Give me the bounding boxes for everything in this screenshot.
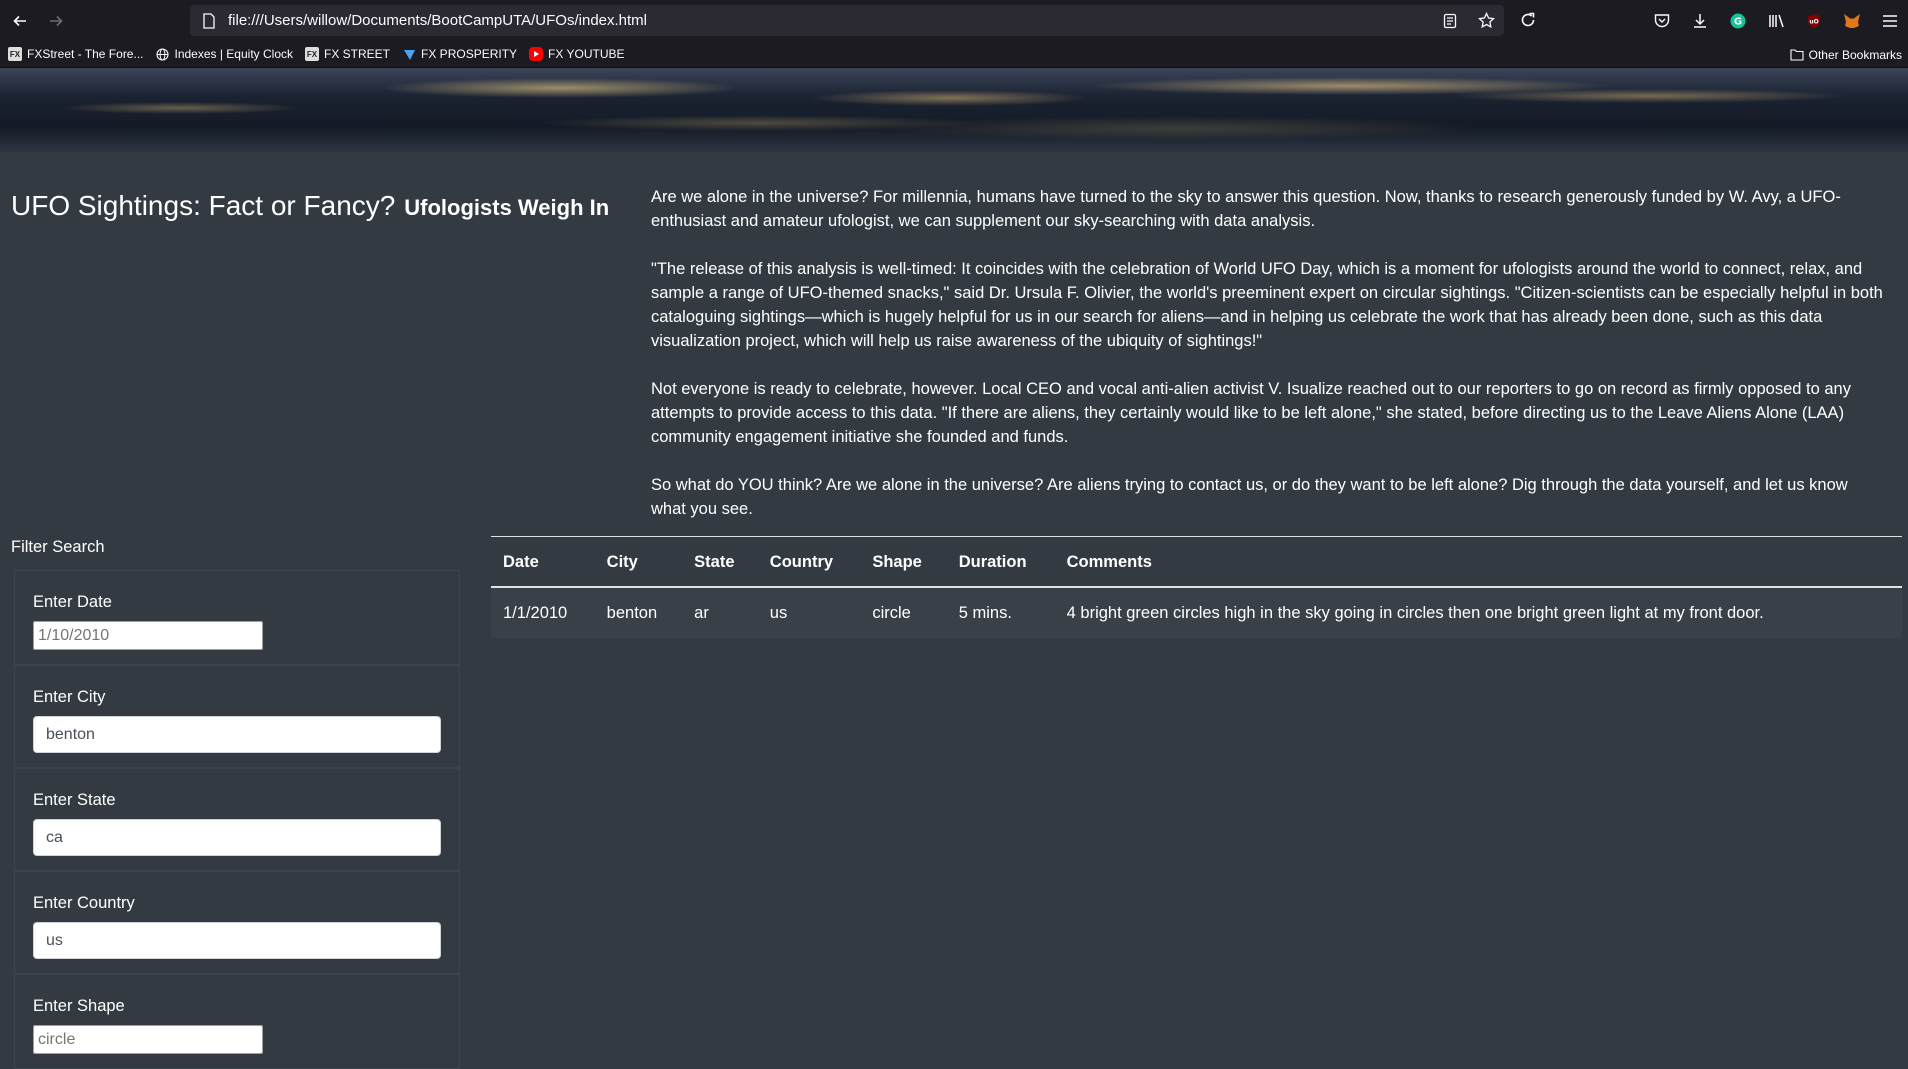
youtube-icon — [529, 47, 544, 61]
filter-panel: Enter Date Enter City Enter State Enter … — [14, 570, 460, 1069]
shape-label: Enter Shape — [33, 997, 125, 1015]
intro-paragraph: "The release of this analysis is well-ti… — [651, 260, 1883, 350]
bookmark-fx-street[interactable]: FX FX STREET — [305, 47, 390, 61]
bookmark-label: Indexes | Equity Clock — [174, 47, 293, 61]
extensions-area: G uO — [1652, 0, 1900, 41]
filter-item-shape: Enter Shape — [14, 974, 460, 1069]
bookmark-star-icon[interactable] — [1476, 11, 1496, 31]
reader-view-icon[interactable] — [1440, 11, 1460, 31]
metamask-fox-icon[interactable] — [1842, 11, 1862, 31]
prosperity-icon — [402, 47, 416, 61]
bookmarks-bar: FX FXStreet - The Fore... Indexes | Equi… — [0, 41, 1908, 68]
cell-duration: 5 mins. — [958, 604, 1012, 622]
back-arrow-icon — [13, 15, 26, 26]
header-comments: Comments — [1066, 553, 1152, 571]
browser-toolbar: file:///Users/willow/Documents/BootCampU… — [0, 0, 1908, 41]
reload-icon[interactable] — [1518, 10, 1538, 30]
cell-state: ar — [694, 604, 709, 622]
ufo-table-container: Date City State Country Shape Duration C… — [491, 536, 1902, 638]
page-subtitle: Ufologists Weigh In — [404, 195, 610, 220]
library-icon[interactable] — [1766, 11, 1786, 31]
globe-icon — [155, 47, 169, 61]
bookmark-fx-prosperity[interactable]: FX PROSPERITY — [402, 47, 517, 61]
intro-paragraph: Are we alone in the universe? For millen… — [651, 188, 1841, 230]
cell-comments: 4 bright green circles high in the sky g… — [1066, 604, 1764, 622]
filter-item-state: Enter State — [14, 768, 460, 871]
city-input[interactable] — [33, 716, 441, 753]
filter-search-heading: Filter Search — [11, 538, 105, 556]
url-bar[interactable]: file:///Users/willow/Documents/BootCampU… — [190, 5, 1504, 36]
intro-paragraph: Not everyone is ready to celebrate, howe… — [651, 380, 1851, 446]
header-date: Date — [503, 553, 539, 571]
forward-button[interactable] — [38, 0, 74, 41]
filter-item-city: Enter City — [14, 665, 460, 768]
intro-paragraph: So what do YOU think? Are we alone in th… — [651, 476, 1848, 518]
back-button[interactable] — [2, 0, 38, 41]
bookmark-label: FX STREET — [324, 47, 391, 61]
country-label: Enter Country — [33, 894, 135, 912]
bookmark-label: FX PROSPERITY — [421, 47, 518, 61]
ufo-table: Date City State Country Shape Duration C… — [491, 536, 1902, 638]
bookmark-equity-clock[interactable]: Indexes | Equity Clock — [155, 47, 293, 61]
state-input[interactable] — [33, 819, 441, 856]
pocket-icon[interactable] — [1652, 11, 1672, 31]
page-title-main: UFO Sightings: Fact or Fancy? — [11, 190, 396, 221]
table-row: 1/1/2010 benton ar us circle 5 mins. 4 b… — [491, 587, 1902, 638]
header-country: Country — [769, 553, 834, 571]
folder-icon — [1790, 48, 1804, 61]
grammarly-icon[interactable]: G — [1728, 11, 1748, 31]
ublock-icon[interactable]: uO — [1804, 11, 1824, 31]
cell-date: 1/1/2010 — [503, 604, 568, 622]
cell-country: us — [769, 604, 788, 622]
page-icon — [203, 12, 215, 29]
intro-text: Are we alone in the universe? For millen… — [651, 185, 1887, 545]
svg-text:G: G — [1734, 16, 1742, 27]
forward-arrow-icon — [50, 15, 63, 26]
page-title: UFO Sightings: Fact or Fancy? Ufologists… — [11, 186, 609, 223]
city-label: Enter City — [33, 688, 106, 706]
filter-item-date: Enter Date — [14, 570, 460, 665]
downloads-icon[interactable] — [1690, 11, 1710, 31]
bookmark-fx-youtube[interactable]: FX YOUTUBE — [529, 47, 625, 61]
header-state: State — [694, 553, 735, 571]
filter-item-country: Enter Country — [14, 871, 460, 974]
header-shape: Shape — [872, 553, 922, 571]
header-city: City — [606, 553, 638, 571]
date-label: Enter Date — [33, 593, 112, 611]
cell-shape: circle — [872, 604, 911, 622]
date-input[interactable] — [33, 621, 263, 650]
fxstreet-icon: FX — [8, 47, 22, 61]
header-duration: Duration — [958, 553, 1027, 571]
menu-hamburger-icon[interactable] — [1880, 11, 1900, 31]
table-header-row: Date City State Country Shape Duration C… — [491, 536, 1902, 587]
hero-earth-night-image — [0, 68, 1908, 152]
cell-city: benton — [606, 604, 658, 622]
other-bookmarks-label: Other Bookmarks — [1808, 47, 1902, 62]
bookmark-label: FX YOUTUBE — [548, 47, 625, 61]
shape-input[interactable] — [33, 1025, 263, 1054]
other-bookmarks[interactable]: Other Bookmarks — [1790, 41, 1902, 68]
bookmark-fxstreet[interactable]: FX FXStreet - The Fore... — [8, 47, 143, 61]
svg-text:uO: uO — [1809, 18, 1818, 25]
state-label: Enter State — [33, 791, 116, 809]
bookmark-label: FXStreet - The Fore... — [27, 47, 144, 61]
url-text[interactable]: file:///Users/willow/Documents/BootCampU… — [228, 12, 647, 29]
fxstreet-icon: FX — [305, 47, 319, 61]
country-input[interactable] — [33, 922, 441, 959]
